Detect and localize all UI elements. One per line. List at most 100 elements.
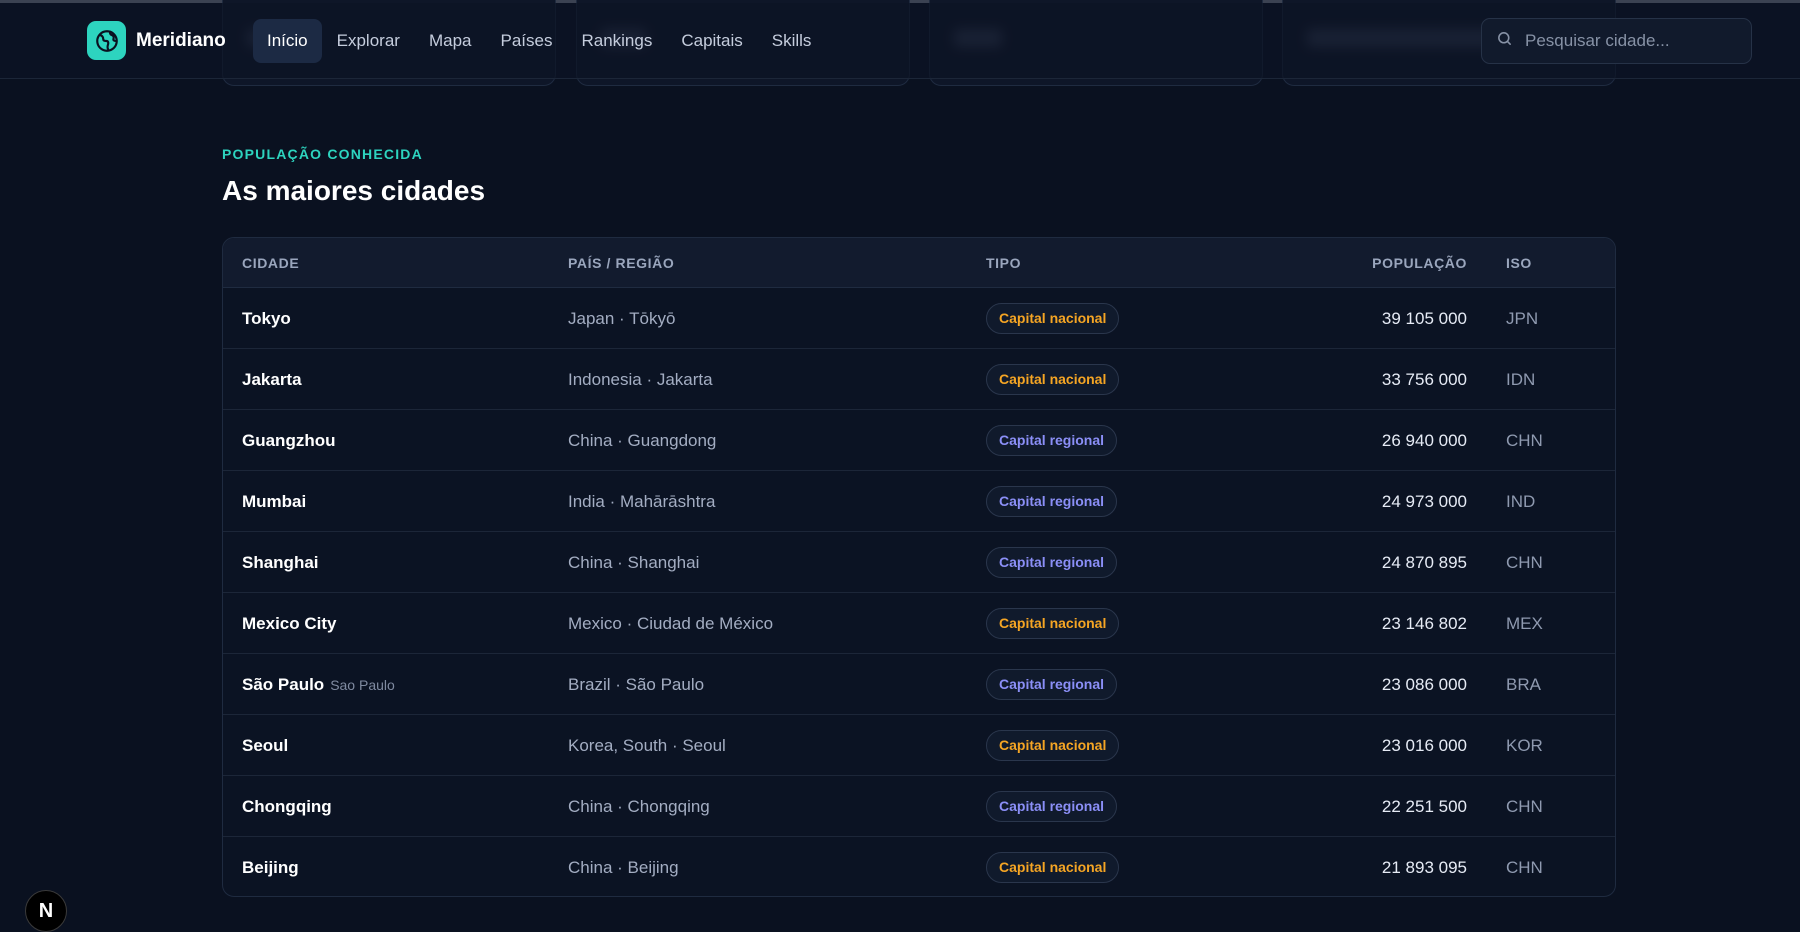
city-cell[interactable]: Chongqing	[242, 776, 332, 837]
iso-cell: CHN	[1506, 858, 1543, 877]
city-name: Beijing	[242, 858, 299, 877]
column-header-country[interactable]: PAÍS / REGIÃO	[568, 238, 674, 288]
nav-item-inicio[interactable]: Início	[253, 19, 322, 63]
country-cell: Brazil · São Paulo	[568, 675, 705, 694]
table-row[interactable]: Mumbai India · Mahārāshtra Capital regio…	[223, 471, 1615, 532]
type-badge: Capital regional	[986, 791, 1118, 822]
type-badge: Capital nacional	[986, 852, 1120, 883]
population-cell: 26 940 000	[1381, 431, 1467, 450]
cities-table: CIDADE PAÍS / REGIÃO TIPO POPULAÇÃO ISO …	[222, 237, 1616, 897]
iso-cell: CHN	[1506, 553, 1543, 572]
brand[interactable]: Meridiano	[87, 21, 226, 60]
city-cell[interactable]: Jakarta	[242, 349, 302, 410]
type-badge: Capital nacional	[986, 364, 1120, 395]
iso-cell: JPN	[1506, 309, 1539, 328]
column-header-city[interactable]: CIDADE	[242, 238, 299, 288]
city-cell[interactable]: Mexico City	[242, 593, 336, 654]
city-cell[interactable]: São Paulo Sao Paulo	[242, 654, 395, 716]
city-name: Tokyo	[242, 309, 291, 328]
type-cell: Capital nacional	[986, 730, 1120, 761]
search-icon	[1496, 30, 1513, 52]
nav-item-mapa[interactable]: Mapa	[415, 19, 486, 63]
iso-cell: IND	[1506, 492, 1536, 511]
city-name: Chongqing	[242, 797, 332, 816]
country-cell: Japan · Tōkyō	[568, 309, 676, 328]
iso-cell: IDN	[1506, 370, 1536, 389]
population-cell: 23 146 802	[1381, 614, 1467, 633]
population-cell: 24 870 895	[1381, 553, 1467, 572]
type-cell: Capital regional	[986, 669, 1118, 700]
city-cell[interactable]: Tokyo	[242, 288, 291, 349]
city-cell[interactable]: Shanghai	[242, 532, 319, 593]
table-header: CIDADE PAÍS / REGIÃO TIPO POPULAÇÃO ISO	[223, 238, 1615, 288]
country-cell: Korea, South · Seoul	[568, 736, 726, 755]
population-cell: 33 756 000	[1381, 370, 1467, 389]
iso-cell: BRA	[1506, 675, 1541, 694]
city-name: Mexico City	[242, 614, 337, 633]
city-cell[interactable]: Beijing	[242, 837, 299, 896]
type-cell: Capital regional	[986, 425, 1118, 456]
country-cell: Mexico · Ciudad de México	[568, 614, 774, 633]
population-cell: 22 251 500	[1381, 797, 1467, 816]
city-cell[interactable]: Guangzhou	[242, 410, 335, 471]
type-badge: Capital nacional	[986, 303, 1120, 334]
population-cell: 23 016 000	[1381, 736, 1467, 755]
table-row[interactable]: São Paulo Sao Paulo Brazil · São Paulo Ca…	[223, 654, 1615, 715]
type-badge: Capital nacional	[986, 730, 1120, 761]
table-row[interactable]: Seoul Korea, South · Seoul Capital nacio…	[223, 715, 1615, 776]
table-row[interactable]: Chongqing China · Chongqing Capital regi…	[223, 776, 1615, 837]
table-body: Tokyo Japan · Tōkyō Capital nacional 39 …	[223, 288, 1615, 896]
country-cell: China · Beijing	[568, 858, 679, 877]
population-cell: 39 105 000	[1381, 309, 1467, 328]
column-header-type[interactable]: TIPO	[986, 238, 1021, 288]
nav-item-rankings[interactable]: Rankings	[567, 19, 666, 63]
search-box[interactable]	[1481, 18, 1752, 64]
city-name: Mumbai	[242, 492, 307, 511]
framework-dev-badge[interactable]: N	[25, 890, 67, 932]
nav-item-capitais[interactable]: Capitais	[667, 19, 756, 63]
table-row[interactable]: Beijing China · Beijing Capital nacional…	[223, 837, 1615, 896]
table-row[interactable]: Shanghai China · Shanghai Capital region…	[223, 532, 1615, 593]
country-cell: China · Guangdong	[568, 431, 717, 450]
type-badge: Capital regional	[986, 669, 1118, 700]
nav-item-skills[interactable]: Skills	[758, 19, 826, 63]
iso-cell: CHN	[1506, 431, 1543, 450]
table-row[interactable]: Jakarta Indonesia · Jakarta Capital naci…	[223, 349, 1615, 410]
table-row[interactable]: Guangzhou China · Guangdong Capital regi…	[223, 410, 1615, 471]
table-row[interactable]: Mexico City Mexico · Ciudad de México Ca…	[223, 593, 1615, 654]
column-header-population[interactable]: POPULAÇÃO	[1372, 238, 1467, 288]
nav-item-explorar[interactable]: Explorar	[323, 19, 414, 63]
type-cell: Capital nacional	[986, 364, 1120, 395]
type-badge: Capital regional	[986, 425, 1118, 456]
type-badge: Capital regional	[986, 547, 1118, 578]
type-cell: Capital nacional	[986, 303, 1120, 334]
type-cell: Capital nacional	[986, 852, 1120, 883]
city-name: Seoul	[242, 736, 289, 755]
nav-item-paises[interactable]: Países	[486, 19, 566, 63]
type-cell: Capital regional	[986, 486, 1118, 517]
city-name: Jakarta	[242, 370, 302, 389]
iso-cell: CHN	[1506, 797, 1543, 816]
main-nav: Início Explorar Mapa Países Rankings Cap…	[253, 19, 826, 63]
city-cell[interactable]: Mumbai	[242, 471, 306, 532]
city-name: São Paulo	[242, 675, 325, 694]
section-title: As maiores cidades	[222, 175, 486, 206]
city-cell[interactable]: Seoul	[242, 715, 288, 776]
country-cell: Indonesia · Jakarta	[568, 370, 713, 389]
population-cell: 23 086 000	[1381, 675, 1467, 694]
globe-logo-icon	[87, 21, 126, 60]
population-cell: 21 893 095	[1381, 858, 1467, 877]
search-input[interactable]	[1525, 31, 1735, 51]
country-cell: China · Shanghai	[568, 553, 700, 572]
population-cell: 24 973 000	[1381, 492, 1467, 511]
section-eyebrow: POPULAÇÃO CONHECIDA	[222, 146, 423, 162]
top-navbar: Meridiano Início Explorar Mapa Países Ra…	[0, 3, 1800, 79]
table-row[interactable]: Tokyo Japan · Tōkyō Capital nacional 39 …	[223, 288, 1615, 349]
type-badge: Capital nacional	[986, 608, 1120, 639]
iso-cell: KOR	[1506, 736, 1543, 755]
city-name: Shanghai	[242, 553, 319, 572]
type-cell: Capital regional	[986, 791, 1118, 822]
city-name: Guangzhou	[242, 431, 336, 450]
column-header-iso[interactable]: ISO	[1506, 238, 1532, 288]
brand-name: Meridiano	[136, 29, 226, 51]
